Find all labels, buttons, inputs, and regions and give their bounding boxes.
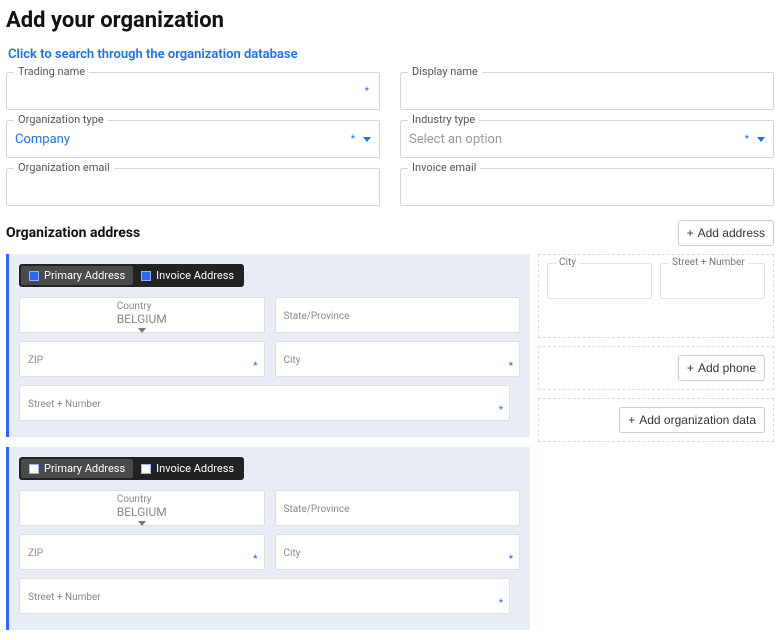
trading-name-label: Trading name (14, 65, 89, 78)
tab-primary-label: Primary Address (44, 269, 125, 282)
tab-primary-label: Primary Address (44, 462, 125, 475)
city-label: City (284, 356, 512, 366)
required-star-icon: * (253, 361, 257, 372)
checkbox-icon (141, 271, 151, 281)
required-star-icon: * (365, 86, 371, 97)
chevron-down-icon (138, 521, 146, 526)
ghost-city-field[interactable]: City (547, 263, 652, 299)
organization-type-label: Organization type (14, 113, 108, 126)
required-star-icon: * (509, 554, 513, 565)
city-field[interactable]: City * (275, 534, 521, 570)
address-card: Primary Address Invoice Address Country … (6, 254, 530, 437)
add-org-data-label: Add organization data (639, 413, 756, 427)
required-star-icon: * (499, 405, 503, 416)
organization-address-heading: Organization address (6, 225, 140, 241)
ghost-city-label: City (556, 257, 579, 268)
add-address-button[interactable]: + Add address (678, 220, 774, 246)
country-value: BELGIUM (117, 505, 167, 521)
tab-primary-address[interactable]: Primary Address (21, 266, 133, 285)
ghost-street-field[interactable]: Street + Number (660, 263, 765, 299)
industry-type-select[interactable]: Industry type Select an option * (400, 120, 774, 158)
tab-invoice-address[interactable]: Invoice Address (133, 459, 242, 478)
city-label: City (284, 549, 512, 559)
tab-primary-address[interactable]: Primary Address (21, 459, 133, 478)
required-star-icon: * (745, 134, 751, 145)
country-label: Country (117, 302, 167, 312)
country-label: Country (117, 495, 167, 505)
chevron-down-icon (363, 137, 371, 142)
street-label: Street + Number (28, 400, 501, 410)
organization-type-value: Company (15, 132, 70, 147)
state-label: State/Province (284, 312, 512, 322)
add-address-label: Add address (698, 226, 765, 240)
organization-type-select[interactable]: Organization type Company * (6, 120, 380, 158)
state-label: State/Province (284, 505, 512, 515)
city-field[interactable]: City * (275, 341, 521, 377)
zip-label: ZIP (28, 549, 256, 559)
page-title: Add your organization (6, 8, 774, 33)
address-tabs: Primary Address Invoice Address (19, 264, 244, 287)
ghost-street-label: Street + Number (669, 257, 748, 268)
state-field[interactable]: State/Province (275, 297, 521, 333)
street-label: Street + Number (28, 593, 501, 603)
street-field[interactable]: Street + Number * (19, 578, 510, 614)
tab-invoice-label: Invoice Address (156, 462, 234, 475)
zip-label: ZIP (28, 356, 256, 366)
display-name-label: Display name (408, 65, 482, 78)
checkbox-icon (141, 464, 151, 474)
state-field[interactable]: State/Province (275, 490, 521, 526)
chevron-down-icon (757, 137, 765, 142)
invoice-email-label: Invoice email (408, 161, 480, 174)
required-star-icon: * (509, 361, 513, 372)
tab-invoice-address[interactable]: Invoice Address (133, 266, 242, 285)
zip-field[interactable]: ZIP * (19, 341, 265, 377)
country-value: BELGIUM (117, 312, 167, 328)
address-tabs: Primary Address Invoice Address (19, 457, 244, 480)
street-field[interactable]: Street + Number * (19, 385, 510, 421)
organization-email-label: Organization email (14, 161, 114, 174)
country-select[interactable]: Country BELGIUM (19, 297, 265, 333)
add-phone-button[interactable]: + Add phone (678, 355, 765, 381)
industry-type-label: Industry type (408, 113, 479, 126)
country-select[interactable]: Country BELGIUM (19, 490, 265, 526)
checkbox-icon (29, 464, 39, 474)
plus-icon: + (687, 361, 694, 375)
chevron-down-icon (138, 328, 146, 333)
required-star-icon: * (351, 134, 357, 145)
tab-invoice-label: Invoice Address (156, 269, 234, 282)
address-card: Primary Address Invoice Address Country … (6, 447, 530, 630)
add-org-data-button[interactable]: + Add organization data (619, 407, 765, 433)
trading-name-field[interactable]: Trading name * (6, 72, 380, 110)
phone-block: + Add phone (538, 346, 774, 390)
organization-email-field[interactable]: Organization email (6, 168, 380, 206)
required-star-icon: * (499, 598, 503, 609)
ghost-address-block: City Street + Number (538, 254, 774, 338)
org-data-block: + Add organization data (538, 398, 774, 442)
search-org-link[interactable]: Click to search through the organization… (8, 47, 298, 62)
invoice-email-field[interactable]: Invoice email (400, 168, 774, 206)
plus-icon: + (687, 226, 694, 240)
required-star-icon: * (253, 554, 257, 565)
zip-field[interactable]: ZIP * (19, 534, 265, 570)
checkbox-icon (29, 271, 39, 281)
display-name-field[interactable]: Display name (400, 72, 774, 110)
add-phone-label: Add phone (698, 361, 756, 375)
industry-type-placeholder: Select an option (409, 132, 502, 147)
plus-icon: + (628, 413, 635, 427)
